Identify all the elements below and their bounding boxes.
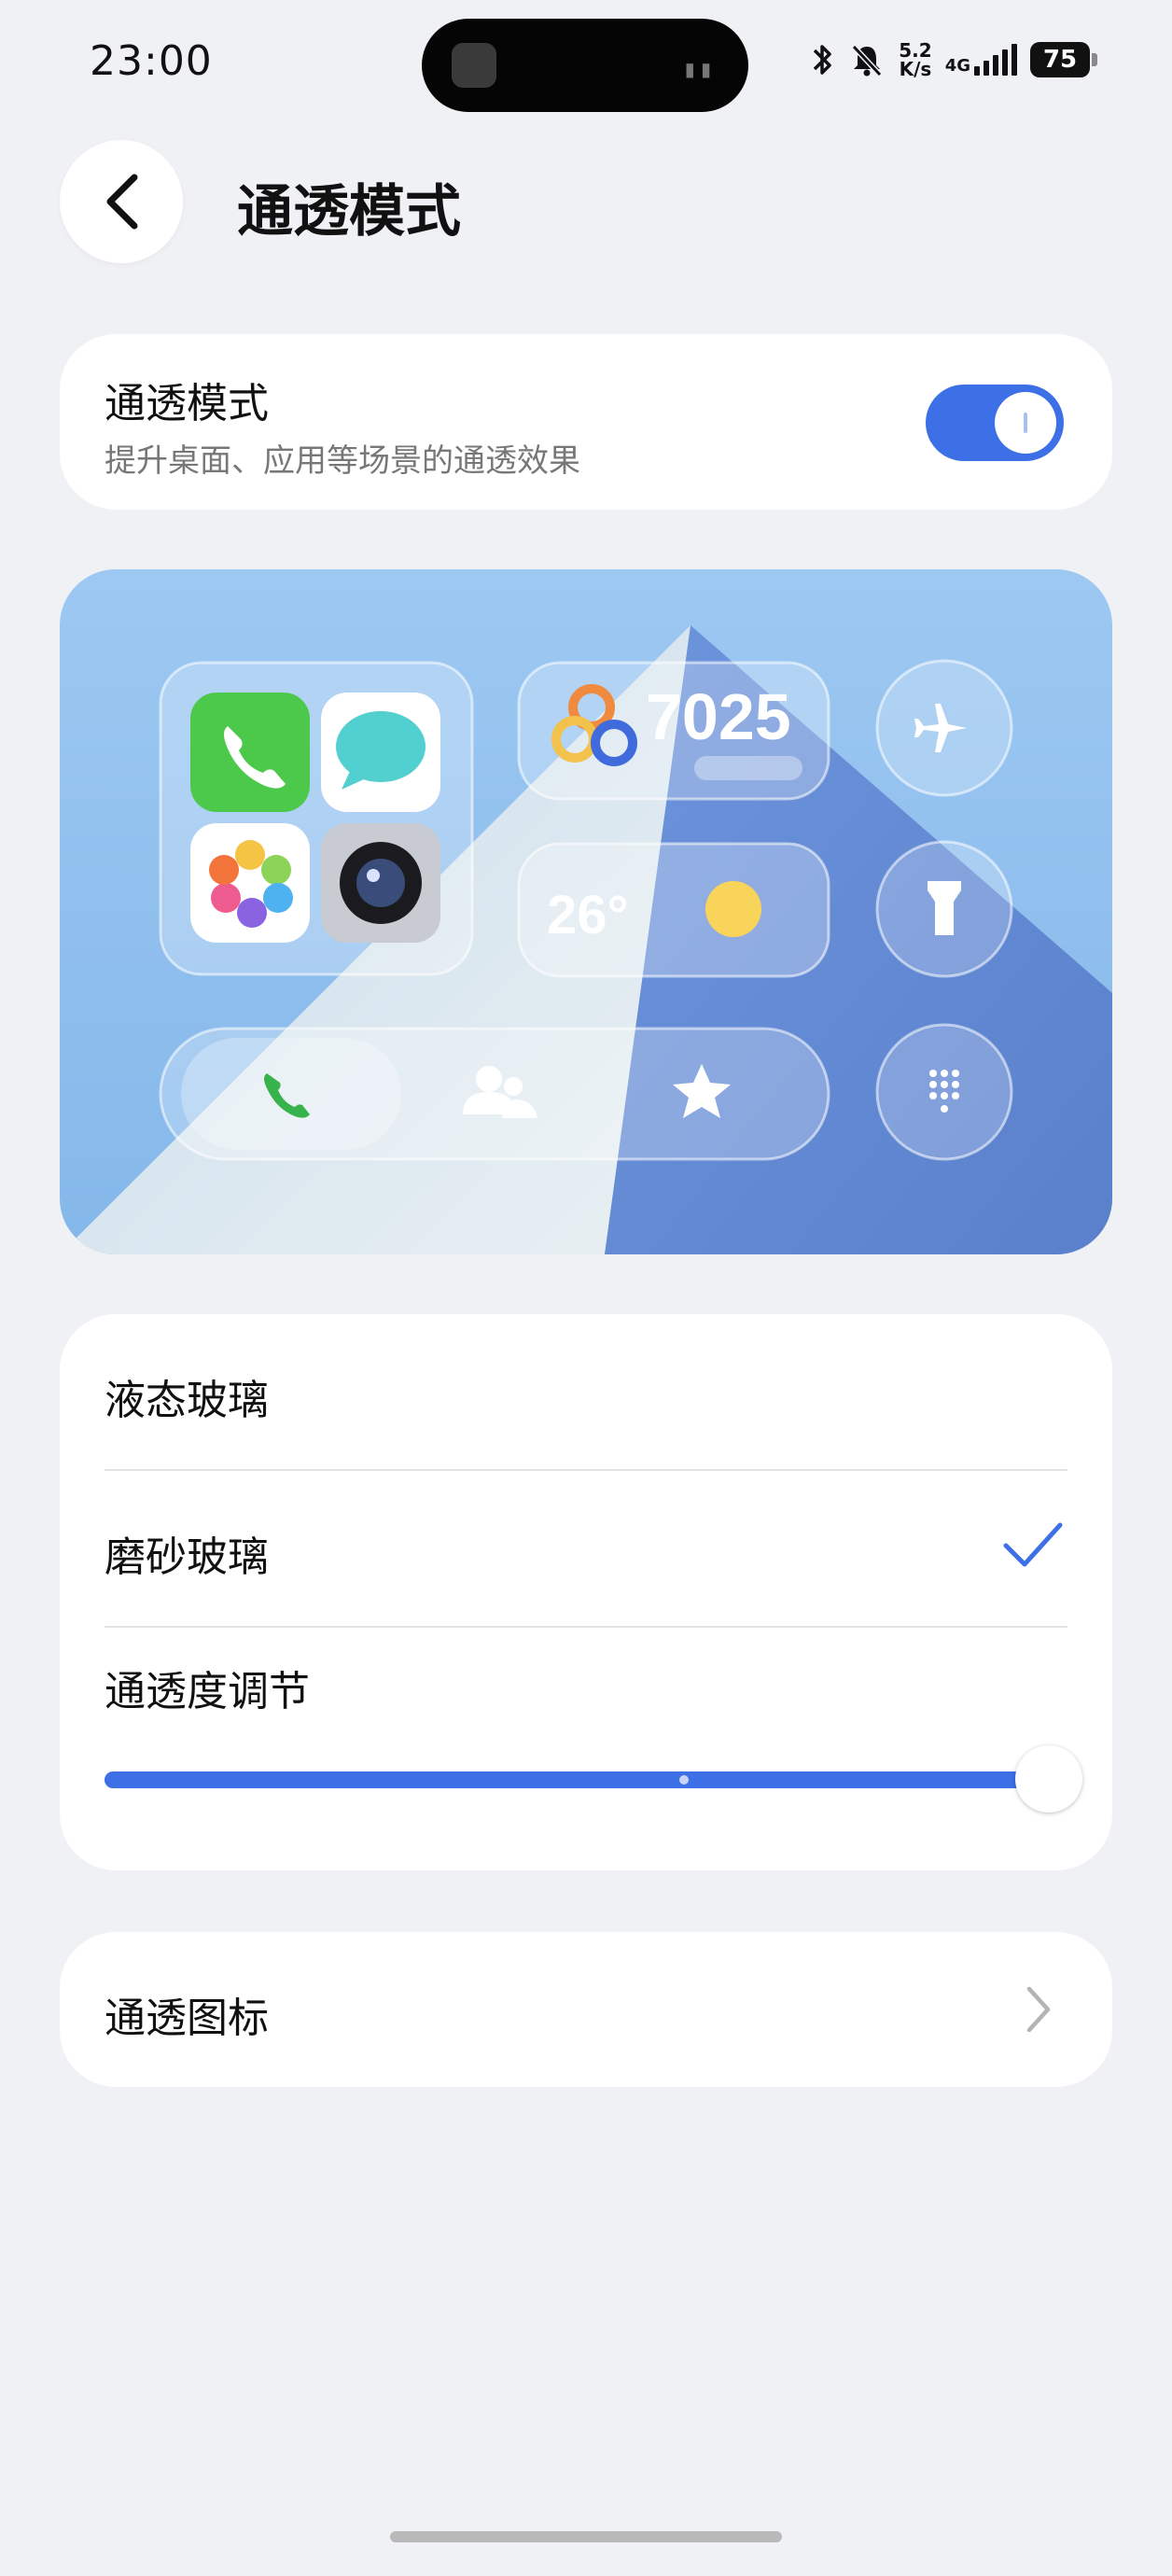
divider (105, 1626, 1067, 1628)
net-speed: 5.2 K/s (899, 41, 931, 78)
steps-count: 7025 (646, 680, 791, 753)
preview-illustration: 7025 26° (60, 569, 1112, 1254)
back-button[interactable] (60, 140, 183, 263)
dock-bar (159, 1027, 830, 1161)
option-liquid-glass[interactable]: 液态玻璃 (60, 1314, 1112, 1469)
transparency-slider-thumb[interactable] (1015, 1745, 1082, 1813)
silent-bell-icon (852, 44, 883, 77)
row-label: 通透图标 (105, 1995, 269, 2042)
option-frosted-glass[interactable]: 磨砂玻璃 (60, 1471, 1112, 1626)
phone-app-icon (190, 693, 310, 812)
glass-style-card: 液态玻璃 磨砂玻璃 通透度调节 (60, 1314, 1112, 1870)
weather-widget: 26° (517, 842, 830, 978)
dialpad-toggle (875, 1023, 1013, 1161)
island-thumbnail (452, 43, 496, 88)
chevron-left-icon (106, 174, 138, 230)
transparency-slider-track[interactable] (105, 1771, 1049, 1788)
toggle-knob (995, 392, 1056, 454)
mode-title: 通透模式 (105, 380, 269, 427)
temperature: 26° (547, 885, 629, 945)
network-type: 4G (944, 56, 970, 76)
home-indicator[interactable] (390, 2531, 782, 2542)
camera-app-icon (321, 823, 440, 943)
app-folder-widget (159, 661, 474, 976)
transparency-mode-card: 通透模式 提升桌面、应用等场景的通透效果 (60, 334, 1112, 510)
mode-subtitle: 提升桌面、应用等场景的通透效果 (105, 442, 580, 480)
option-label: 液态玻璃 (105, 1377, 269, 1424)
status-icons: 5.2 K/s 4G 75 (809, 41, 1097, 78)
chevron-right-icon (1026, 1986, 1051, 2033)
island-indicator: ▮ ▮ (684, 58, 711, 80)
transparency-label: 通透度调节 (105, 1668, 310, 1715)
bluetooth-icon (814, 45, 831, 75)
steps-widget: 7025 (517, 661, 830, 801)
signal-bars-icon (974, 44, 1017, 76)
photos-app-icon (190, 823, 310, 943)
battery-icon: 75 (1030, 42, 1097, 77)
flashlight-toggle (875, 840, 1013, 978)
airplane-toggle (875, 659, 1013, 797)
option-label: 磨砂玻璃 (105, 1533, 269, 1581)
status-time: 23:00 (90, 37, 213, 85)
slider-center-mark (679, 1775, 689, 1785)
messages-app-icon (321, 693, 440, 812)
check-icon (1003, 1522, 1063, 1567)
battery-level: 75 (1030, 42, 1090, 77)
preview-image: 7025 26° (60, 569, 1112, 1254)
cellular-signal: 4G (945, 44, 1017, 76)
net-speed-value: 5.2 (899, 39, 932, 62)
transparency-mode-toggle[interactable] (926, 385, 1064, 461)
page-title: 通透模式 (237, 179, 461, 245)
net-speed-unit: K/s (899, 58, 932, 80)
transparent-icons-row[interactable]: 通透图标 (60, 1932, 1112, 2087)
dynamic-island: ▮ ▮ (422, 19, 748, 112)
